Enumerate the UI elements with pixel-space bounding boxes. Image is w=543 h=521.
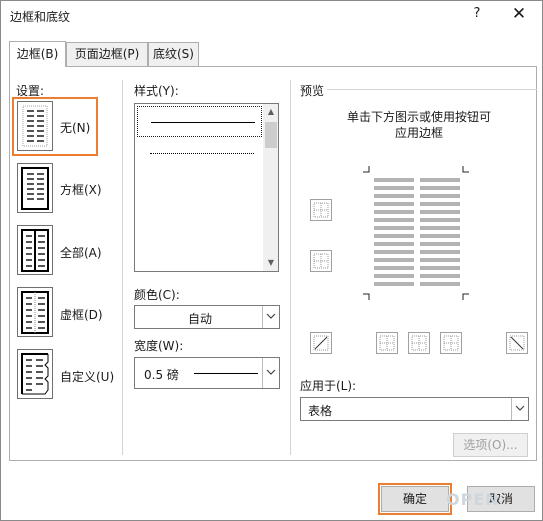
preview-instruction-line2: 应用边框 <box>395 126 444 140</box>
preview-group-border <box>327 89 537 90</box>
border-inside-horizontal-icon <box>313 253 329 269</box>
diagonal-up-icon <box>313 335 329 351</box>
solid-line-sample <box>151 122 255 123</box>
diagonal-down-icon <box>509 335 525 351</box>
tab-borders[interactable]: 边框(B) <box>9 41 66 67</box>
border-all-icon <box>21 229 49 272</box>
style-heading: 样式(Y): <box>134 84 179 98</box>
preview-instruction-line1: 单击下方图示或使用按钮可 <box>347 110 492 124</box>
watermark-logo: OPEN <box>446 490 500 509</box>
style-option-solid[interactable] <box>137 106 262 137</box>
border-inside-horizontal-button[interactable] <box>310 250 332 272</box>
dotted-line-sample <box>150 153 254 154</box>
scroll-down-icon[interactable]: ▼ <box>263 255 278 271</box>
width-select[interactable]: 0.5 磅 <box>134 357 280 389</box>
setting-none-label: 无(N) <box>60 121 91 135</box>
close-button[interactable]: ✕ <box>509 4 529 26</box>
diagonal-down-button[interactable] <box>310 332 332 354</box>
diagonal-down-right-button[interactable] <box>506 332 528 354</box>
border-box-icon <box>21 167 49 210</box>
style-option-dotted[interactable] <box>137 138 262 169</box>
style-option-dash-dot[interactable] <box>137 237 262 268</box>
setting-custom-button[interactable] <box>17 349 53 399</box>
setting-box-button[interactable] <box>17 163 53 213</box>
scroll-up-icon[interactable]: ▲ <box>263 104 278 120</box>
tab-page-border[interactable]: 页面边框(P) <box>66 42 148 67</box>
border-left-icon <box>379 335 395 351</box>
width-heading: 宽度(W): <box>134 339 184 353</box>
color-value: 自动 <box>188 312 213 326</box>
border-custom-icon <box>21 353 49 395</box>
border-none-icon <box>22 105 48 147</box>
setting-box-label: 方框(X) <box>60 183 102 197</box>
border-inside-vertical-button[interactable] <box>408 332 430 354</box>
border-right-button[interactable] <box>440 332 462 354</box>
setting-all-label: 全部(A) <box>60 246 102 260</box>
setting-none-button[interactable] <box>17 101 53 151</box>
border-grid-icon <box>21 291 49 334</box>
setting-grid-label: 虚框(D) <box>60 308 103 322</box>
setting-grid-button[interactable] <box>17 287 53 337</box>
preview-heading: 预览 <box>300 84 325 98</box>
border-left-button[interactable] <box>376 332 398 354</box>
borders-shading-dialog: 边框和底纹 ? ✕ 边框(B) 页面边框(P) 底纹(S) 设置: 无(N) 方… <box>0 0 543 521</box>
border-inside-vertical-icon <box>411 335 427 351</box>
setting-all-button[interactable] <box>17 225 53 275</box>
border-right-icon <box>443 335 459 351</box>
apply-to-select[interactable]: 表格 <box>300 397 529 421</box>
border-top-icon <box>313 202 329 218</box>
help-button[interactable]: ? <box>469 6 485 24</box>
apply-to-dropdown-button[interactable] <box>511 398 528 420</box>
width-dropdown-button[interactable] <box>262 358 279 388</box>
color-select[interactable]: 自动 <box>134 305 280 329</box>
style-listbox[interactable]: ▲ ▼ <box>134 103 279 272</box>
divider <box>290 80 291 455</box>
style-scrollbar[interactable]: ▲ ▼ <box>263 104 278 271</box>
tab-shading[interactable]: 底纹(S) <box>148 42 199 67</box>
border-top-button[interactable] <box>310 199 332 221</box>
setting-custom-label: 自定义(U) <box>60 370 115 384</box>
color-dropdown-button[interactable] <box>262 306 279 328</box>
chevron-down-icon <box>266 313 276 319</box>
ok-button[interactable]: 确定 <box>381 486 449 512</box>
width-line-sample <box>194 373 258 374</box>
preview-diagram[interactable] <box>363 166 473 306</box>
width-value: 0.5 磅 <box>144 368 179 382</box>
divider <box>122 80 123 455</box>
color-heading: 颜色(C): <box>134 288 180 302</box>
style-option-long-dashed[interactable] <box>137 204 262 235</box>
style-option-dashed[interactable] <box>137 171 262 202</box>
scroll-thumb[interactable] <box>265 122 277 148</box>
title-bar: 边框和底纹 ? ✕ <box>1 1 542 31</box>
apply-to-heading: 应用于(L): <box>300 379 357 393</box>
options-button[interactable]: 选项(O)... <box>453 433 528 457</box>
chevron-down-icon <box>515 405 525 411</box>
chevron-down-icon <box>266 369 276 375</box>
dialog-title: 边框和底纹 <box>10 10 71 24</box>
apply-to-value: 表格 <box>308 404 333 418</box>
